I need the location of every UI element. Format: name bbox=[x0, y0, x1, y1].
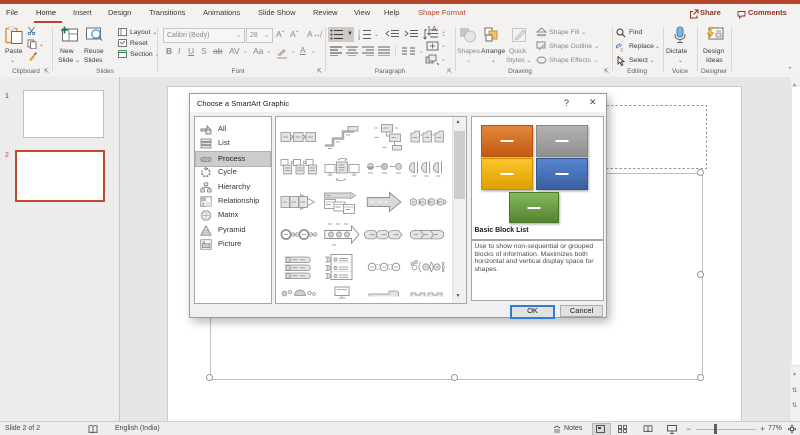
svg-text:A: A bbox=[432, 26, 437, 33]
svg-text:3: 3 bbox=[358, 36, 361, 40]
svg-text:c: c bbox=[621, 48, 624, 53]
